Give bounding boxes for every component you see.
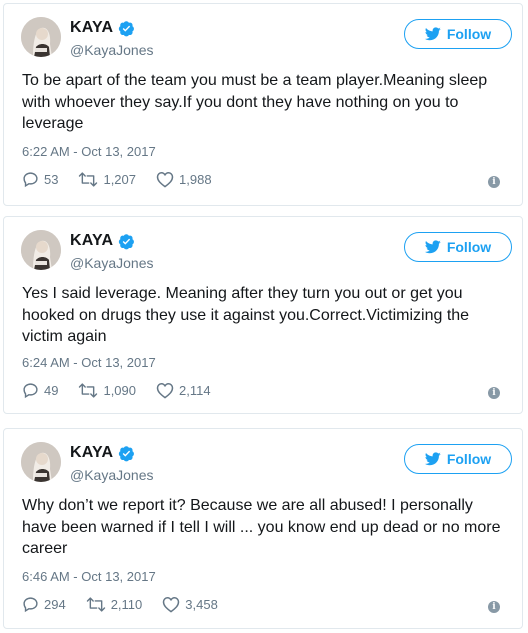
- like-action[interactable]: 3,458: [162, 596, 218, 613]
- user-name-row: KAYA: [70, 232, 135, 250]
- reply-icon: [23, 597, 38, 613]
- follow-button[interactable]: Follow: [404, 19, 512, 49]
- tweet-timestamp[interactable]: 6:22 AM - Oct 13, 2017: [22, 144, 156, 159]
- like-action[interactable]: 2,114: [156, 382, 211, 399]
- tweet-card[interactable]: KAYA @KayaJones Follow To be apart of th…: [3, 3, 523, 206]
- follow-label: Follow: [446, 239, 492, 255]
- like-count: 3,458: [185, 597, 218, 612]
- tweet-text: Why don’t we report it? Because we are a…: [22, 497, 501, 557]
- reply-icon: [23, 383, 38, 399]
- tweet-text: To be apart of the team you must be a te…: [22, 72, 488, 132]
- user-name[interactable]: KAYA: [70, 444, 113, 462]
- reply-action[interactable]: 53: [22, 171, 58, 188]
- reply-count: 53: [44, 172, 59, 187]
- retweet-icon: [79, 172, 98, 187]
- info-icon[interactable]: i: [488, 176, 500, 188]
- like-count: 2,114: [179, 383, 211, 398]
- reply-icon: [23, 172, 38, 188]
- follow-label: Follow: [446, 26, 492, 42]
- retweet-action[interactable]: 1,090: [78, 382, 136, 399]
- retweet-count: 1,207: [103, 172, 137, 187]
- retweet-action[interactable]: 2,110: [86, 596, 143, 613]
- like-count: 1,988: [179, 172, 212, 187]
- verified-badge-icon: [119, 20, 135, 36]
- tweet-text: Yes I said leverage. Meaning after they …: [22, 285, 470, 345]
- avatar[interactable]: [21, 230, 61, 270]
- twitter-bird-icon: [424, 452, 441, 466]
- heart-icon: [156, 171, 174, 188]
- heart-icon: [156, 382, 174, 399]
- verified-badge-icon: [119, 233, 135, 249]
- info-icon[interactable]: i: [488, 601, 500, 613]
- reply-count: 294: [44, 597, 66, 612]
- reply-action[interactable]: 294: [22, 596, 66, 613]
- user-handle[interactable]: @KayaJones: [70, 255, 153, 271]
- info-icon[interactable]: i: [488, 387, 500, 399]
- retweet-icon: [86, 597, 105, 612]
- follow-label: Follow: [446, 451, 492, 467]
- heart-icon: [163, 596, 180, 613]
- like-action[interactable]: 1,988: [156, 171, 212, 188]
- reply-count: 49: [44, 383, 59, 398]
- tweet-timestamp[interactable]: 6:24 AM - Oct 13, 2017: [22, 355, 156, 370]
- user-handle[interactable]: @KayaJones: [70, 467, 153, 483]
- follow-button[interactable]: Follow: [404, 444, 512, 474]
- verified-badge-icon: [119, 445, 135, 461]
- avatar[interactable]: [21, 17, 61, 57]
- retweet-count: 1,090: [103, 383, 137, 398]
- twitter-bird-icon: [424, 240, 441, 254]
- tweet-actions: 53 1,207 1,988: [22, 171, 232, 188]
- twitter-bird-icon: [424, 27, 441, 41]
- follow-button[interactable]: Follow: [404, 232, 512, 262]
- tweet-actions: 49 1,090 2,114: [22, 382, 231, 399]
- retweet-icon: [79, 383, 98, 398]
- avatar[interactable]: [21, 442, 61, 482]
- reply-action[interactable]: 49: [22, 382, 58, 399]
- retweet-count: 2,110: [110, 597, 143, 612]
- user-name-row: KAYA: [70, 19, 135, 37]
- user-handle[interactable]: @KayaJones: [70, 42, 153, 58]
- tweet-actions: 294 2,110 3,458: [22, 596, 238, 613]
- tweet-card[interactable]: KAYA @KayaJones Follow Yes I said levera…: [3, 216, 523, 414]
- user-name[interactable]: KAYA: [70, 19, 113, 37]
- user-name[interactable]: KAYA: [70, 232, 113, 250]
- tweet-card[interactable]: KAYA @KayaJones Follow Why don’t we repo…: [3, 428, 523, 629]
- retweet-action[interactable]: 1,207: [78, 171, 136, 188]
- tweet-timestamp[interactable]: 6:46 AM - Oct 13, 2017: [22, 569, 156, 584]
- user-name-row: KAYA: [70, 444, 135, 462]
